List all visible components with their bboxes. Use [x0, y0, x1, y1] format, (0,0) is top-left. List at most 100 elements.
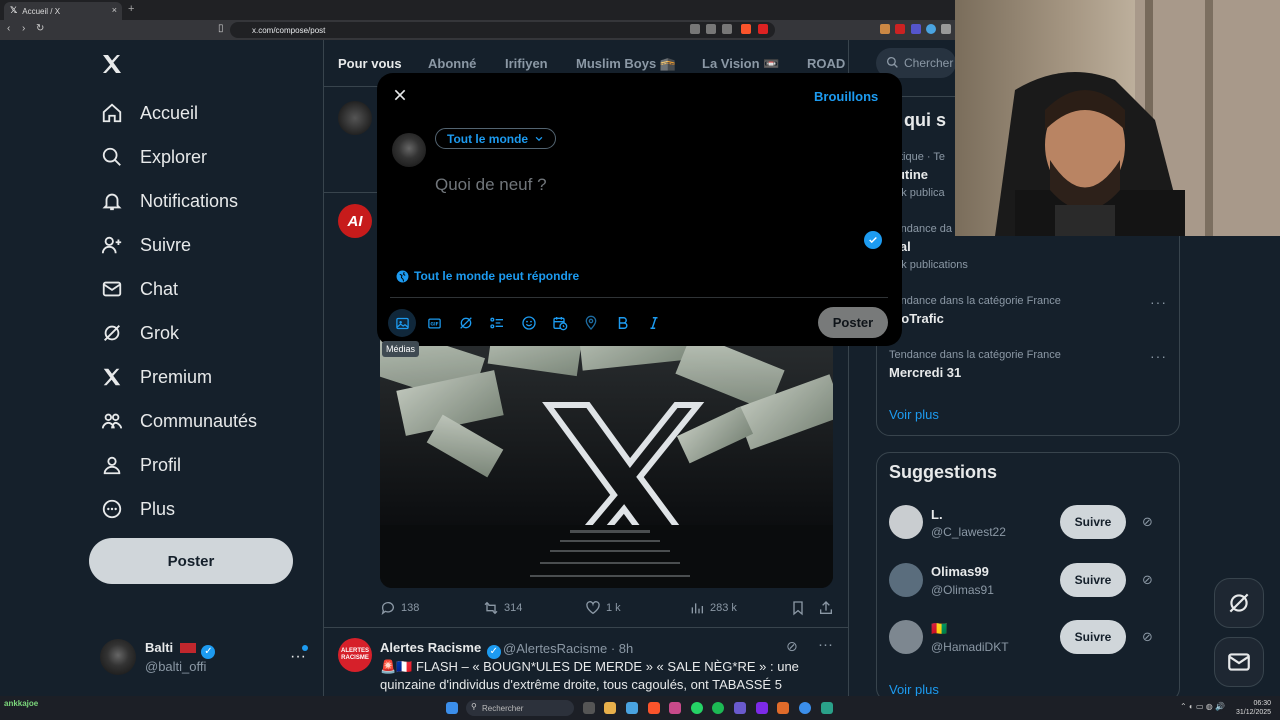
reply-button[interactable]: 138	[380, 600, 419, 616]
repost-button[interactable]: 314	[483, 600, 522, 616]
close-icon[interactable]	[392, 87, 408, 103]
sidebar-item-profil[interactable]: Profil	[100, 451, 181, 479]
tab-la-vision[interactable]: La Vision 📼	[702, 56, 779, 72]
extension-icon[interactable]	[926, 24, 936, 34]
avatar[interactable]: ALERTES RACISME	[338, 638, 372, 672]
brave-shield-icon[interactable]	[741, 24, 751, 34]
avatar[interactable]	[889, 620, 923, 654]
extension-icon[interactable]	[690, 24, 700, 34]
like-button[interactable]: 1 k	[585, 600, 621, 616]
trend-title[interactable]: Mercredi 31	[889, 365, 961, 380]
submit-post-button[interactable]: Poster	[818, 307, 888, 338]
sidebar-item-explorer[interactable]: Explorer	[100, 143, 207, 171]
poll-button[interactable]	[486, 312, 508, 334]
sidebar-item-chat[interactable]: Chat	[100, 275, 178, 303]
tab-close-button[interactable]: ×	[112, 5, 117, 15]
suggestion-name[interactable]: 🇬🇳	[931, 621, 947, 637]
forward-icon[interactable]: ›	[22, 23, 25, 34]
app-icon[interactable]	[821, 702, 833, 714]
post-text-input[interactable]	[435, 172, 875, 198]
extension-icon[interactable]	[911, 24, 921, 34]
x-logo-icon[interactable]	[100, 52, 124, 76]
tab-muslim-boys[interactable]: Muslim Boys 🕋	[576, 56, 676, 72]
app-icon[interactable]	[626, 702, 638, 714]
app-icon[interactable]	[756, 702, 768, 714]
zoom-icon[interactable]	[706, 24, 716, 34]
trend-more-icon[interactable]: ···	[1150, 294, 1167, 310]
follow-button[interactable]: Suivre	[1060, 620, 1126, 654]
views-button[interactable]: 283 k	[689, 600, 737, 616]
follow-button[interactable]: Suivre	[1060, 505, 1126, 539]
schedule-button[interactable]	[549, 312, 571, 334]
trend-more-icon[interactable]: ···	[1150, 348, 1167, 364]
tab-pour-vous[interactable]: Pour vous	[338, 56, 402, 71]
sidebar-item-notifications[interactable]: Notifications	[100, 187, 238, 215]
share-icon[interactable]	[722, 24, 732, 34]
grok-button[interactable]	[455, 312, 477, 334]
audience-selector[interactable]: Tout le monde	[435, 128, 557, 149]
gif-button[interactable]: GIF	[423, 312, 445, 334]
bookmark-button[interactable]	[790, 600, 806, 616]
browser-tab[interactable]: 𝕏 Accueil / X ×	[4, 2, 122, 20]
extension-icon[interactable]	[895, 24, 905, 34]
reload-icon[interactable]: ↻	[36, 23, 44, 34]
location-button[interactable]	[580, 312, 602, 334]
suggestion-name[interactable]: Olimas99	[931, 564, 989, 579]
suggestions-more-link[interactable]: Voir plus	[889, 682, 939, 697]
bold-button[interactable]	[612, 312, 634, 334]
app-icon[interactable]	[777, 702, 789, 714]
trends-more-link[interactable]: Voir plus	[889, 407, 939, 422]
sidebar-item-communautes[interactable]: Communautés	[100, 407, 257, 435]
brave-icon[interactable]	[648, 702, 660, 714]
task-view-icon[interactable]	[583, 702, 595, 714]
spotify-icon[interactable]	[712, 702, 724, 714]
app-icon[interactable]	[669, 702, 681, 714]
more-options-icon[interactable]: ···	[818, 636, 833, 653]
extension-icon[interactable]	[941, 24, 951, 34]
app-icon[interactable]	[734, 702, 746, 714]
back-icon[interactable]: ‹	[7, 23, 10, 34]
profile-name[interactable]: Balti ✓	[145, 640, 216, 659]
dismiss-icon[interactable]: ⊘	[1142, 629, 1153, 645]
suggestion-name[interactable]: L.	[931, 507, 943, 522]
sidebar-item-accueil[interactable]: Accueil	[100, 99, 198, 127]
tweet-author-name[interactable]: Alertes Racisme ✓	[380, 640, 501, 659]
tweet-media-image[interactable]	[380, 330, 833, 588]
avatar[interactable]	[100, 639, 136, 675]
avatar[interactable]: AI	[338, 204, 372, 238]
post-button[interactable]: Poster	[89, 538, 293, 584]
sidebar-item-grok[interactable]: Grok	[100, 319, 179, 347]
tab-road[interactable]: ROAD	[807, 56, 845, 71]
grok-icon[interactable]: ⊘	[786, 638, 798, 655]
avatar[interactable]	[889, 505, 923, 539]
dismiss-icon[interactable]: ⊘	[1142, 514, 1153, 530]
avatar[interactable]	[889, 563, 923, 597]
media-button[interactable]	[388, 309, 416, 337]
emoji-button[interactable]	[518, 312, 540, 334]
sidebar-item-plus[interactable]: Plus	[100, 495, 175, 523]
dismiss-icon[interactable]: ⊘	[1142, 572, 1153, 588]
taskbar-search[interactable]: Rechercher	[466, 700, 574, 716]
brave-rewards-icon[interactable]	[758, 24, 768, 34]
new-tab-button[interactable]: +	[128, 3, 134, 15]
whatsapp-icon[interactable]	[691, 702, 703, 714]
bookmark-icon[interactable]: ▯	[218, 23, 224, 34]
app-icon[interactable]	[799, 702, 811, 714]
reply-settings-button[interactable]: Tout le monde peut répondre	[396, 269, 579, 283]
system-tray-icons[interactable]: ⌃ ◐ ▭ ◍ 🔊	[1180, 702, 1225, 711]
avatar[interactable]	[338, 101, 372, 135]
tab-irifiyen[interactable]: Irifiyen	[505, 56, 548, 71]
messages-float-button[interactable]	[1214, 637, 1264, 687]
sidebar-item-suivre[interactable]: Suivre	[100, 231, 191, 259]
file-explorer-icon[interactable]	[604, 702, 616, 714]
grok-float-button[interactable]	[1214, 578, 1264, 628]
extension-icon[interactable]	[880, 24, 890, 34]
italic-button[interactable]	[643, 312, 665, 334]
sidebar-item-premium[interactable]: Premium	[100, 363, 212, 391]
follow-button[interactable]: Suivre	[1060, 563, 1126, 597]
share-button[interactable]	[818, 600, 834, 616]
clock[interactable]: 06:30 31/12/2025	[1236, 699, 1271, 717]
windows-start-icon[interactable]	[446, 702, 458, 714]
drafts-button[interactable]: Brouillons	[814, 89, 878, 104]
tab-abonne[interactable]: Abonné	[428, 56, 476, 71]
